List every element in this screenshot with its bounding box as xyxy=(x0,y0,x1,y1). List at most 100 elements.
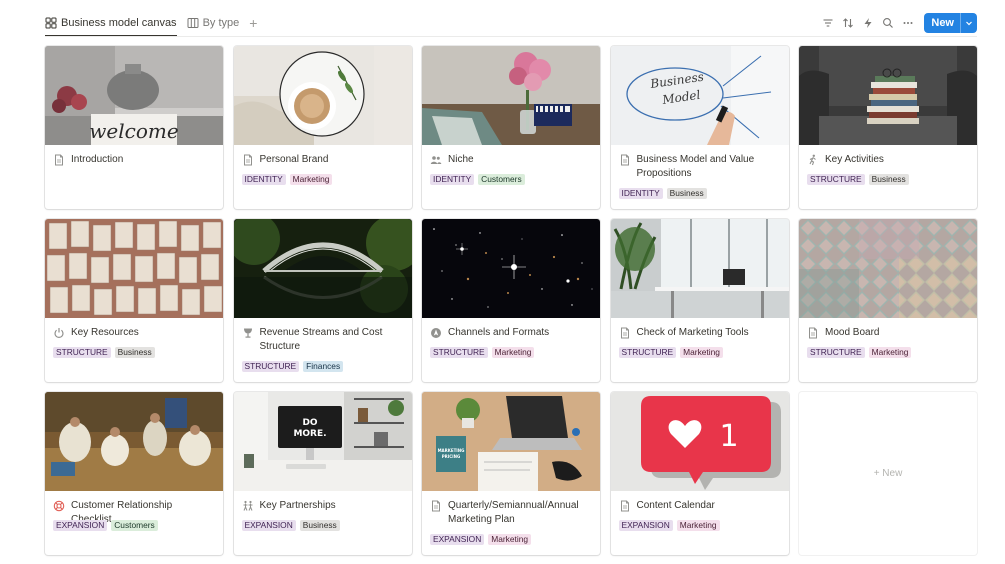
cover-image-book-pages xyxy=(45,219,223,318)
card-title-row: Channels and Formats xyxy=(430,326,592,340)
card-tags: IDENTITY Marketing xyxy=(241,174,337,185)
card-title: Mood Board xyxy=(825,327,880,338)
card-marketing-tools[interactable]: Check of Marketing Tools STRUCTURE Marke… xyxy=(610,219,789,382)
card-cover xyxy=(233,46,412,145)
sort-button[interactable] xyxy=(838,13,858,33)
card-title: Quarterly/Semiannual/Annual Marketing Pl… xyxy=(448,500,579,525)
card-marketing-plan[interactable]: MARKETING PRICING Quarterly/Semiannual/A… xyxy=(422,392,600,555)
tag: STRUCTURE xyxy=(53,347,111,358)
view-tabs: Business model canvas By type + xyxy=(45,10,257,37)
cover-image-like-notification: 1 xyxy=(610,392,789,491)
new-dropdown-button[interactable] xyxy=(960,13,977,33)
sort-icon xyxy=(843,18,854,28)
card-title-row: Mood Board xyxy=(807,326,969,340)
tab-by-type[interactable]: By type xyxy=(187,10,239,36)
card-key-partnerships[interactable]: DO MORE. Key Partnerships EXPANSION Busi… xyxy=(233,392,412,555)
cover-image-flowers xyxy=(422,46,600,145)
card-title-row: Key Partnerships xyxy=(242,499,404,513)
card-key-resources[interactable]: Key Resources STRUCTURE Business xyxy=(45,219,223,382)
card-tags: STRUCTURE Marketing xyxy=(430,347,538,358)
tag: EXPANSION xyxy=(241,520,296,531)
card-title: Niche xyxy=(448,154,474,165)
card-cover xyxy=(610,219,789,318)
card-cover xyxy=(799,219,977,318)
card-cover xyxy=(233,219,412,318)
card-tags: IDENTITY Business xyxy=(618,188,711,199)
card-title: Key Partnerships xyxy=(259,500,336,511)
card-title-row: Content Calendar xyxy=(619,499,781,513)
card-title-row: Key Resources xyxy=(53,326,215,340)
cover-text: DO xyxy=(302,418,317,428)
tag: Marketing xyxy=(680,347,723,358)
card-key-activities[interactable]: Key Activities STRUCTURE Business xyxy=(799,46,977,209)
tag: Marketing xyxy=(488,534,532,545)
card-tags: EXPANSION Business xyxy=(241,520,344,531)
card-title: Key Activities xyxy=(825,154,884,165)
tag: Marketing xyxy=(676,520,720,531)
new-card-button[interactable]: + New xyxy=(799,392,977,555)
chevron-down-icon xyxy=(966,21,972,26)
tag: Business xyxy=(868,174,909,185)
page-icon xyxy=(619,500,631,512)
tag: STRUCTURE xyxy=(807,174,865,185)
card-personal-brand[interactable]: Personal Brand IDENTITY Marketing xyxy=(233,46,412,209)
people-icon xyxy=(430,154,442,166)
tag: STRUCTURE xyxy=(241,361,300,372)
tag: Marketing xyxy=(868,347,912,358)
tag: Customers xyxy=(111,520,158,531)
card-content-calendar[interactable]: 1 Content Calendar EXPANSION Marketing xyxy=(610,392,789,555)
view-tools: New xyxy=(818,10,977,36)
tag: EXPANSION xyxy=(430,534,485,545)
lifebuoy-icon xyxy=(53,500,65,512)
card-niche[interactable]: Niche IDENTITY Customers xyxy=(422,46,600,209)
new-button[interactable]: New xyxy=(924,13,960,33)
tab-business-model-canvas[interactable]: Business model canvas xyxy=(45,10,177,37)
search-button[interactable] xyxy=(878,13,898,33)
trophy-icon xyxy=(242,327,254,339)
card-cover xyxy=(45,392,223,491)
automation-icon xyxy=(864,18,872,28)
card-title: Content Calendar xyxy=(636,500,715,511)
board-icon xyxy=(187,18,199,28)
add-view-button[interactable]: + xyxy=(249,10,257,36)
card-introduction[interactable]: welcome Introduction xyxy=(45,46,223,209)
more-button[interactable] xyxy=(898,13,918,33)
card-title: Key Resources xyxy=(71,327,139,338)
card-tags: EXPANSION Marketing xyxy=(618,520,724,531)
cover-image-desk-laptop: MARKETING PRICING xyxy=(422,392,600,491)
toolbar-divider xyxy=(45,36,977,37)
cover-image-whiteboard: Business Model xyxy=(610,46,789,145)
card-cover: 1 xyxy=(610,392,789,491)
card-title-row: Introduction xyxy=(53,153,215,167)
card-title: Business Model and Value Propositions xyxy=(636,154,755,179)
search-icon xyxy=(883,18,894,28)
card-cover xyxy=(799,46,977,145)
tag: IDENTITY xyxy=(618,188,663,199)
card-title-row: Check of Marketing Tools xyxy=(619,326,781,340)
card-title: Revenue Streams and Cost Structure xyxy=(259,327,383,352)
page-icon xyxy=(619,154,631,166)
cover-text: 1 xyxy=(719,419,738,454)
cover-image-books-chair xyxy=(799,46,977,145)
filter-button[interactable] xyxy=(818,13,838,33)
tag: Business xyxy=(114,347,155,358)
cover-image-tiles xyxy=(799,219,977,318)
card-business-model[interactable]: Business Model Business Model and Value … xyxy=(610,46,789,209)
card-tags: IDENTITY Customers xyxy=(430,174,529,185)
tag: Marketing xyxy=(289,174,333,185)
card-customer-relationship[interactable]: Customer Relationship Checklist EXPANSIO… xyxy=(45,392,223,555)
view-toolbar: Business model canvas By type + New xyxy=(45,10,977,37)
page-icon xyxy=(807,327,819,339)
card-channels-formats[interactable]: Channels and Formats STRUCTURE Marketing xyxy=(422,219,600,382)
cover-image-welcome: welcome xyxy=(45,46,223,145)
card-revenue-streams[interactable]: Revenue Streams and Cost Structure STRUC… xyxy=(233,219,412,382)
card-title: Introduction xyxy=(71,154,124,165)
cover-text: welcome xyxy=(89,119,178,143)
card-tags: STRUCTURE Marketing xyxy=(807,347,915,358)
partners-icon xyxy=(242,500,254,512)
card-mood-board[interactable]: Mood Board STRUCTURE Marketing xyxy=(799,219,977,382)
card-title-row: Revenue Streams and Cost Structure xyxy=(242,326,404,354)
automation-button[interactable] xyxy=(858,13,878,33)
tag: IDENTITY xyxy=(241,174,286,185)
tag: Marketing xyxy=(491,347,535,358)
